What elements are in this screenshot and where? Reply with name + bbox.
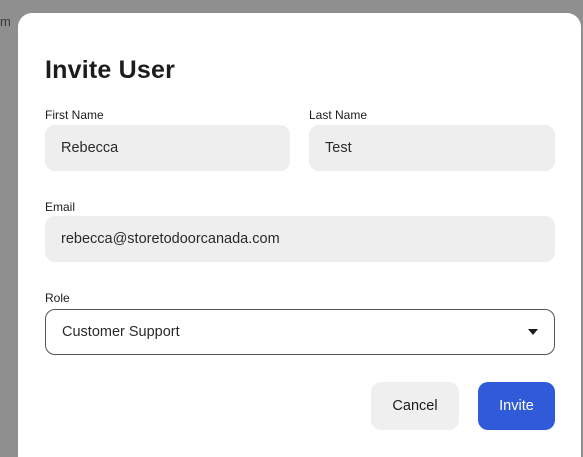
first-name-field[interactable]: Rebecca xyxy=(45,125,290,171)
role-selected-value: Customer Support xyxy=(62,324,180,340)
email-value: rebecca@storetodoorcanada.com xyxy=(61,231,280,247)
last-name-label: Last Name xyxy=(309,108,368,122)
dialog-title: Invite User xyxy=(45,56,176,84)
cancel-button[interactable]: Cancel xyxy=(371,382,459,430)
first-name-value: Rebecca xyxy=(61,140,119,156)
role-select[interactable]: Customer Support xyxy=(45,309,555,355)
last-name-field[interactable]: Test xyxy=(309,125,555,171)
role-label: Role xyxy=(45,291,70,305)
invite-button[interactable]: Invite xyxy=(478,382,555,430)
last-name-value: Test xyxy=(325,140,352,156)
invite-user-dialog: Invite User First Name Rebecca Last Name… xyxy=(18,13,581,457)
email-label: Email xyxy=(45,200,76,214)
backdrop-text: m xyxy=(0,14,11,29)
email-field[interactable]: rebecca@storetodoorcanada.com xyxy=(45,216,555,262)
first-name-label: First Name xyxy=(45,108,104,122)
chevron-down-icon xyxy=(528,329,538,335)
